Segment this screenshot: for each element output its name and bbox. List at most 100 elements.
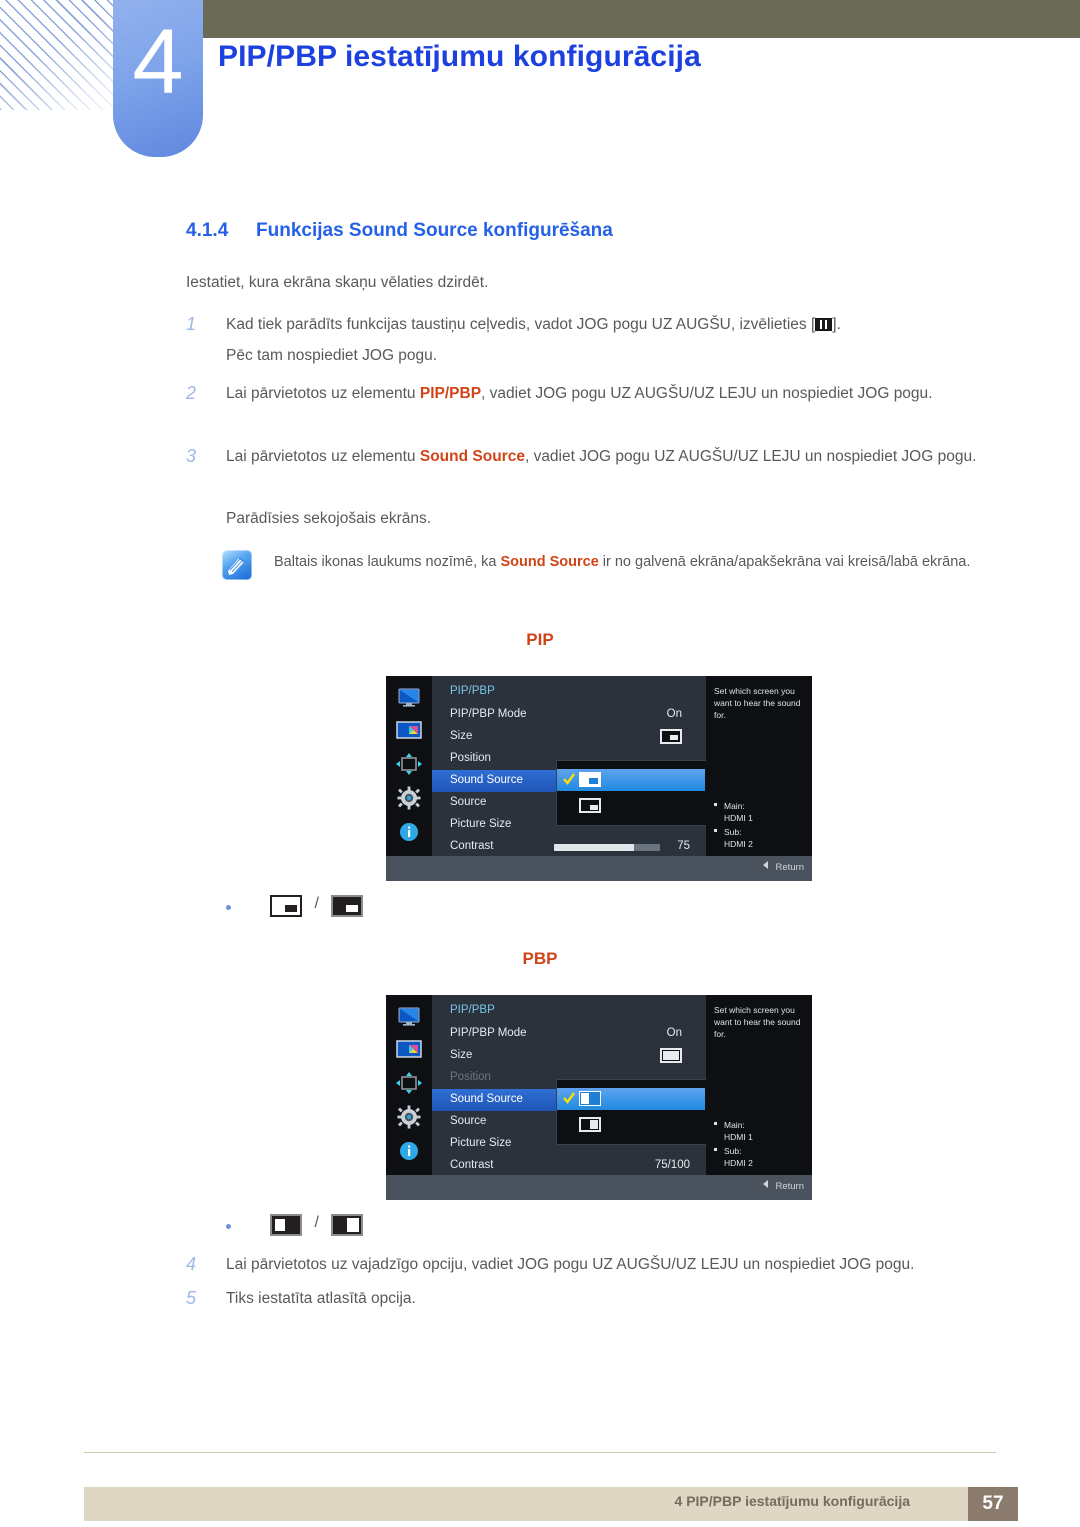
bullet-dot-icon: [226, 905, 231, 910]
osd-pbp-info-sub: Sub: HDMI 2: [714, 1145, 806, 1169]
note-pen-icon: [222, 550, 252, 580]
osd-pip-size-value-icon: [660, 729, 682, 747]
osd-pip-panel: PIP/PBP PIP/PBP Mode On Size Position So…: [386, 676, 812, 881]
osd-pip-info-main-label: Main:: [724, 801, 745, 811]
information-icon[interactable]: [395, 820, 423, 844]
osd-pbp-row-sound-source-label: Sound Source: [450, 1093, 523, 1105]
osd-pbp-panel: PIP/PBP PIP/PBP Mode On Size Position So…: [386, 995, 812, 1200]
step-1-text: Kad tiek parādīts funkcijas taustiņu ceļ…: [226, 309, 1016, 340]
osd-pbp-menu-title: PIP/PBP: [450, 1004, 495, 1016]
bullet-pbp-icons: /: [226, 1214, 364, 1236]
page-number: 57: [968, 1487, 1018, 1521]
osd-pip-info-main: Main: HDMI 1: [714, 800, 806, 824]
bullet-dot-icon: [714, 1122, 717, 1125]
osd-pip-option-main[interactable]: [557, 769, 705, 791]
pip-pbp-icon[interactable]: [395, 718, 423, 742]
osd-pbp-return-label: Return: [775, 1181, 804, 1192]
osd-pip-info-sub-text: Sub: HDMI 2: [724, 826, 806, 850]
osd-pbp-return-button[interactable]: Return: [763, 1180, 804, 1192]
osd-pip-row-mode[interactable]: PIP/PBP Mode On: [432, 704, 706, 726]
osd-pip-row-mode-value: On: [666, 708, 682, 720]
osd-pbp-info-sub-text: Sub: HDMI 2: [724, 1145, 806, 1169]
osd-pbp-info-sub-label: Sub:: [724, 1146, 742, 1156]
osd-pbp-menu: PIP/PBP PIP/PBP Mode On Size Position So…: [432, 995, 708, 1177]
pbp-size-swatch-icon: [660, 1048, 682, 1063]
bullet-dot-icon: [714, 1148, 717, 1151]
chapter-tab: 4: [113, 0, 203, 157]
osd-pip-row-source-label: Source: [450, 796, 487, 808]
osd-pbp-row-mode[interactable]: PIP/PBP Mode On: [432, 1023, 706, 1045]
sound-source-left-icon: [579, 1091, 601, 1111]
pip-sub-white-icon: [331, 895, 364, 917]
osd-pbp-info-main: Main: HDMI 1: [714, 1119, 806, 1143]
osd-pbp-row-sound-source[interactable]: Sound Source: [432, 1089, 572, 1111]
osd-pip-contrast-slider[interactable]: [554, 844, 660, 851]
osd-pbp-info-main-label: Main:: [724, 1120, 745, 1130]
onscreen-display-icon[interactable]: [395, 1071, 423, 1095]
osd-pbp-row-size[interactable]: Size: [432, 1045, 706, 1067]
check-icon: [563, 772, 575, 786]
osd-pip-option-sub[interactable]: [557, 795, 705, 817]
step-3: 3 Lai pārvietotos uz elementu Sound Sour…: [186, 441, 1016, 472]
information-icon[interactable]: [395, 1139, 423, 1163]
picture-icon[interactable]: [395, 1005, 423, 1029]
osd-pbp-row-mode-value: On: [666, 1027, 682, 1039]
osd-pbp-info-main-text: Main: HDMI 1: [724, 1119, 806, 1143]
osd-pbp-option-left[interactable]: [557, 1088, 705, 1110]
osd-pbp-row-contrast[interactable]: Contrast 75/100: [432, 1155, 706, 1177]
osd-pbp-row-picture-size-label: Picture Size: [450, 1137, 512, 1149]
note-block: Baltais ikonas laukums nozīmē, ka Sound …: [222, 548, 1012, 580]
osd-pbp-row-contrast-label: Contrast: [450, 1159, 494, 1171]
step-4-text: Lai pārvietotos uz vajadzīgo opciju, vad…: [226, 1256, 915, 1273]
osd-pip-return-button[interactable]: Return: [763, 861, 804, 873]
osd-pip-row-contrast[interactable]: Contrast 75: [432, 836, 706, 858]
onscreen-display-icon[interactable]: [395, 752, 423, 776]
osd-pip-footer: Return: [386, 856, 812, 881]
step-3-text-post: , vadiet JOG pogu UZ AUGŠU/UZ LEJU un no…: [524, 448, 977, 465]
section-number: 4.1.4: [186, 220, 229, 241]
bullet-pbp-icon-set: /: [270, 1214, 364, 1236]
check-icon: [563, 1091, 575, 1105]
note-text-pre: Baltais ikonas laukums nozīmē, ka: [274, 554, 501, 570]
osd-pbp-row-mode-label: PIP/PBP Mode: [450, 1027, 527, 1039]
bullet-separator: /: [314, 1214, 319, 1232]
sound-source-sub-icon: [579, 798, 601, 818]
sound-source-main-icon: [579, 772, 601, 792]
note-text: Baltais ikonas laukums nozīmē, ka Sound …: [274, 548, 1012, 576]
header-bar: [180, 0, 1080, 38]
osd-pip-menu-title: PIP/PBP: [450, 685, 495, 697]
system-gear-icon[interactable]: [395, 786, 423, 810]
return-arrow-icon: [763, 861, 769, 869]
step-5: 5 Tiks iestatīta atlasītā opcija.: [186, 1283, 1016, 1314]
osd-pip-info-main-text: Main: HDMI 1: [724, 800, 806, 824]
osd-pip-info-main-value: HDMI 1: [724, 813, 753, 823]
step-1-text-pre: Kad tiek parādīts funkcijas taustiņu ceļ…: [226, 316, 816, 333]
picture-icon[interactable]: [395, 686, 423, 710]
osd-pbp-row-contrast-value: 75/100: [654, 1159, 690, 1171]
step-1-index: 1: [186, 314, 197, 334]
step-2-text-pre: Lai pārvietotos uz elementu: [226, 385, 420, 402]
section-heading: 4.1.4 Funkcijas Sound Source konfigurēšan…: [186, 220, 986, 242]
footer-text: 4 PIP/PBP iestatījumu konfigurācija: [674, 1493, 910, 1509]
osd-pip-return-label: Return: [775, 862, 804, 873]
osd-pip-row-sound-source[interactable]: Sound Source: [432, 770, 572, 792]
osd-pip-row-sound-source-label: Sound Source: [450, 774, 523, 786]
osd-pbp-option-right[interactable]: [557, 1114, 705, 1136]
osd-pip-description: Set which screen you want to hear the so…: [714, 686, 801, 720]
step-4: 4 Lai pārvietotos uz vajadzīgo opciju, v…: [186, 1249, 1016, 1280]
system-gear-icon[interactable]: [395, 1105, 423, 1129]
osd-pip-row-size-label: Size: [450, 730, 473, 742]
step-3-result: Parādīsies sekojošais ekrāns.: [226, 510, 432, 527]
step-1-line-2: Pēc tam nospiediet JOG pogu.: [226, 347, 438, 364]
step-3-index: 3: [186, 446, 197, 466]
osd-pip-help-pane: Set which screen you want to hear the so…: [706, 676, 812, 856]
osd-pip-info-sub: Sub: HDMI 2: [714, 826, 806, 850]
osd-pip-icon-rail: [386, 676, 432, 856]
step-2-text-post: , vadiet JOG pogu UZ AUGŠU/UZ LEJU un no…: [481, 385, 933, 402]
pip-pbp-icon[interactable]: [395, 1037, 423, 1061]
osd-pip-row-position-label: Position: [450, 752, 491, 764]
osd-pip-row-size[interactable]: Size: [432, 726, 706, 748]
chapter-number: 4: [132, 11, 184, 113]
osd-pip-caption: PIP: [526, 630, 554, 649]
return-arrow-icon: [763, 1180, 769, 1188]
